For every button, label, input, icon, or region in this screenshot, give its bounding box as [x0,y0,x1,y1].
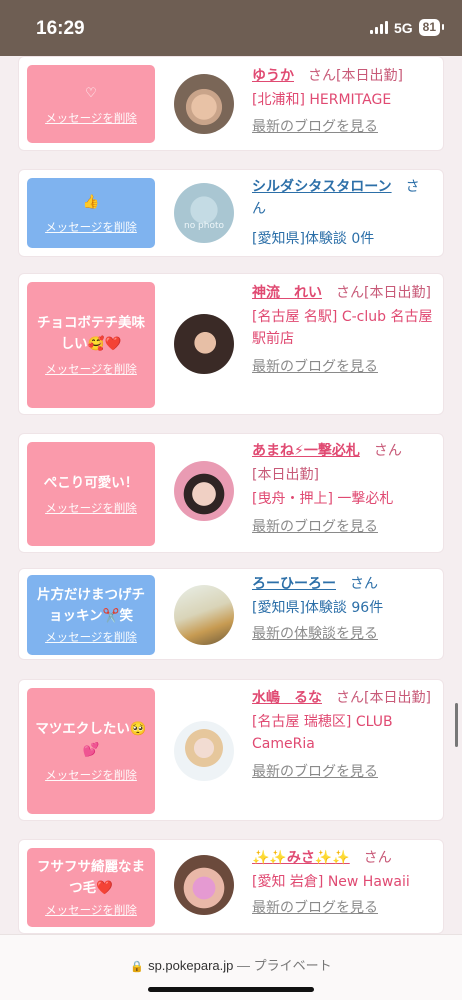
message-card: ぺこり可愛い！ メッセージを削除 あまね⚡一撃必札 さん [本日出勤] [曳舟・… [18,433,444,553]
profile-info: ゆうか さん[本日出勤] [北浦和] HERMITAGE 最新のブログを見る [252,65,433,138]
network-label: 5G [393,19,413,36]
message-card: チョコボテチ美味しい🥰❤️ メッセージを削除 神流 れい さん[本日出勤] [名… [18,273,444,415]
profile-info: 水嶋 るな さん[本日出勤] [名古屋 瑞穂区] CLUB CameRia 最新… [252,687,433,783]
latest-blog-link[interactable]: 最新のブログを見る [252,116,433,138]
scrollbar[interactable] [455,703,458,747]
profile-name[interactable]: シルダシタスタローン [252,179,392,195]
shop-location: [名古屋 瑞穂区] CLUB CameRia [252,714,393,752]
experience-count: [愛知県]体験談 0件 [252,231,375,247]
delete-message-link[interactable]: メッセージを削除 [45,629,137,645]
message-bubble: マツエクしたい🥺💕 メッセージを削除 [27,688,155,814]
message-card: ♡ メッセージを削除 ゆうか さん[本日出勤] [北浦和] HERMITAGE … [18,56,444,151]
no-photo-avatar[interactable]: no photo [174,183,234,243]
shop-location: [愛知 岩倉] New Hawaii [252,874,410,890]
latest-blog-link[interactable]: 最新のブログを見る [252,356,433,378]
home-indicator[interactable] [148,987,314,992]
url-separator: — [236,958,250,973]
message-card: フサフサ綺麗なまつ毛❤️ メッセージを削除 ✨✨みさ✨✨ さん [愛知 岩倉] … [18,839,444,934]
browser-url-bar[interactable]: 🔒 sp.pokepara.jp — プライベート [0,934,462,1000]
battery-icon: 81 [418,19,445,36]
avatar[interactable] [174,461,234,521]
shop-location: [名古屋 名駅] C-club 名古屋駅前店 [252,309,433,347]
message-text: 👍 [82,193,100,210]
profile-info: シルダシタスタローン さん [愛知県]体験談 0件 [252,176,433,250]
message-text: フサフサ綺麗なまつ毛❤️ [37,859,145,896]
message-list: ♡ メッセージを削除 ゆうか さん[本日出勤] [北浦和] HERMITAGE … [0,56,462,934]
message-text: チョコボテチ美味しい🥰❤️ [37,315,145,352]
avatar[interactable] [174,585,234,645]
message-card: 👍 メッセージを削除 no photo シルダシタスタローン さん [愛知県]体… [18,169,444,257]
message-bubble: ぺこり可愛い！ メッセージを削除 [27,442,155,546]
message-text: 片方だけまつげチョッキン✂️笑 [37,587,145,624]
message-card: マツエクしたい🥺💕 メッセージを削除 水嶋 るな さん[本日出勤] [名古屋 瑞… [18,679,444,821]
delete-message-link[interactable]: メッセージを削除 [45,767,137,783]
profile-name[interactable]: 神流 れい [252,285,322,301]
url-display[interactable]: 🔒 sp.pokepara.jp — プライベート [0,955,462,974]
status-time: 16:29 [36,18,85,39]
delete-message-link[interactable]: メッセージを削除 [45,219,137,235]
profile-info: ✨✨みさ✨✨ さん [愛知 岩倉] New Hawaii 最新のブログを見る [252,847,433,919]
no-photo-label: no photo [183,221,225,231]
profile-name[interactable]: 水嶋 るな [252,690,322,706]
message-bubble: 片方だけまつげチョッキン✂️笑 メッセージを削除 [27,575,155,655]
message-bubble: フサフサ綺麗なまつ毛❤️ メッセージを削除 [27,848,155,927]
lock-icon: 🔒 [130,961,145,973]
profile-info: 神流 れい さん[本日出勤] [名古屋 名駅] C-club 名古屋駅前店 最新… [252,282,433,378]
private-mode-label: プライベート [253,958,332,973]
message-text: ぺこり可愛い！ [43,474,139,491]
avatar[interactable] [174,855,234,915]
delete-message-link[interactable]: メッセージを削除 [45,110,137,126]
shop-location: [北浦和] HERMITAGE [252,92,392,108]
message-bubble: ♡ メッセージを削除 [27,65,155,143]
today-attendance: [本日出勤] [252,467,319,483]
message-bubble: チョコボテチ美味しい🥰❤️ メッセージを削除 [27,282,155,408]
profile-name[interactable]: ✨✨みさ✨✨ [252,850,350,866]
avatar[interactable] [174,721,234,781]
delete-message-link[interactable]: メッセージを削除 [45,361,137,377]
profile-name[interactable]: ゆうか [252,68,294,84]
profile-info: ろーひーろー さん [愛知県]体験談 96件 最新の体験談を見る [252,573,433,645]
latest-blog-link[interactable]: 最新のブログを見る [252,897,433,919]
url-domain: sp.pokepara.jp [148,958,234,973]
latest-blog-link[interactable]: 最新のブログを見る [252,516,433,538]
latest-experience-link[interactable]: 最新の体験談を見る [252,623,433,645]
message-text: マツエクしたい🥺💕 [35,721,147,758]
profile-info: あまね⚡一撃必札 さん [本日出勤] [曳舟・押上] 一撃必札 最新のブログを見… [252,440,433,538]
delete-message-link[interactable]: メッセージを削除 [45,500,137,516]
signal-icon [369,21,388,34]
delete-message-link[interactable]: メッセージを削除 [45,902,137,918]
status-bar: 16:29 5G 81 [0,0,462,56]
latest-blog-link[interactable]: 最新のブログを見る [252,761,433,783]
avatar[interactable] [174,314,234,374]
message-bubble: 👍 メッセージを削除 [27,178,155,248]
shop-location: [曳舟・押上] 一撃必札 [252,491,394,507]
status-indicators: 5G 81 [369,19,445,36]
profile-name[interactable]: ろーひーろー [252,576,336,592]
experience-count: [愛知県]体験談 96件 [252,600,384,616]
avatar[interactable] [174,74,234,134]
message-card: 片方だけまつげチョッキン✂️笑 メッセージを削除 ろーひーろー さん [愛知県]… [18,568,444,660]
message-heart-icon: ♡ [85,85,97,101]
profile-name[interactable]: あまね⚡一撃必札 [252,443,360,459]
